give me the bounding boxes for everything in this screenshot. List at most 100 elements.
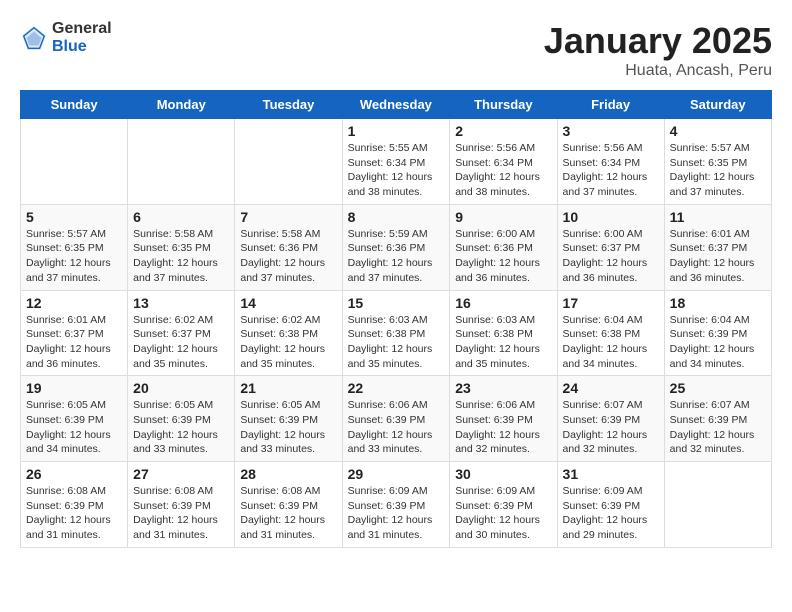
day-number: 24: [563, 380, 659, 396]
calendar-cell: 11 Sunrise: 6:01 AM Sunset: 6:37 PM Dayli…: [664, 204, 771, 290]
calendar-cell: 2 Sunrise: 5:56 AM Sunset: 6:34 PM Daylig…: [450, 119, 557, 205]
calendar-cell: 22 Sunrise: 6:06 AM Sunset: 6:39 PM Dayli…: [342, 376, 450, 462]
day-number: 31: [563, 466, 659, 482]
day-info: Sunrise: 5:57 AM Sunset: 6:35 PM Dayligh…: [26, 227, 122, 286]
day-number: 10: [563, 209, 659, 225]
day-number: 8: [348, 209, 445, 225]
calendar-cell: 30Sunrise: 6:09 AM Sunset: 6:39 PM Dayli…: [450, 462, 557, 548]
day-number: 1: [348, 123, 445, 139]
day-number: 9: [455, 209, 551, 225]
day-number: 11: [670, 209, 766, 225]
day-number: 19: [26, 380, 122, 396]
day-info: Sunrise: 6:00 AM Sunset: 6:36 PM Dayligh…: [455, 227, 551, 286]
weekday-header-sunday: Sunday: [21, 91, 128, 119]
calendar-cell: 14 Sunrise: 6:02 AM Sunset: 6:38 PM Dayli…: [235, 290, 342, 376]
day-info: Sunrise: 6:03 AM Sunset: 6:38 PM Dayligh…: [455, 313, 551, 372]
day-info: Sunrise: 6:07 AM Sunset: 6:39 PM Dayligh…: [670, 398, 766, 457]
calendar-cell: 28 Sunrise: 6:08 AM Sunset: 6:39 PM Dayli…: [235, 462, 342, 548]
day-info: Sunrise: 5:57 AM Sunset: 6:35 PM Dayligh…: [670, 141, 766, 200]
day-info: Sunrise: 6:01 AM Sunset: 6:37 PM Dayligh…: [26, 313, 122, 372]
day-number: 27: [133, 466, 229, 482]
day-number: 26: [26, 466, 122, 482]
calendar-cell: 24 Sunrise: 6:07 AM Sunset: 6:39 PM Dayli…: [557, 376, 664, 462]
calendar-cell: 31Sunrise: 6:09 AM Sunset: 6:39 PM Dayli…: [557, 462, 664, 548]
day-number: 20: [133, 380, 229, 396]
calendar-cell: [128, 119, 235, 205]
calendar-cell: 10 Sunrise: 6:00 AM Sunset: 6:37 PM Dayli…: [557, 204, 664, 290]
day-number: 4: [670, 123, 766, 139]
day-info: Sunrise: 6:04 AM Sunset: 6:38 PM Dayligh…: [563, 313, 659, 372]
day-number: 17: [563, 295, 659, 311]
day-info: Sunrise: 6:03 AM Sunset: 6:38 PM Dayligh…: [348, 313, 445, 372]
day-number: 14: [240, 295, 336, 311]
logo-text: General Blue: [52, 20, 112, 55]
calendar-cell: 12Sunrise: 6:01 AM Sunset: 6:37 PM Dayli…: [21, 290, 128, 376]
calendar-cell: 23Sunrise: 6:06 AM Sunset: 6:39 PM Dayli…: [450, 376, 557, 462]
logo-blue-label: Blue: [52, 38, 112, 56]
day-info: Sunrise: 6:06 AM Sunset: 6:39 PM Dayligh…: [348, 398, 445, 457]
day-info: Sunrise: 5:58 AM Sunset: 6:36 PM Dayligh…: [240, 227, 336, 286]
day-info: Sunrise: 6:00 AM Sunset: 6:37 PM Dayligh…: [563, 227, 659, 286]
weekday-header-friday: Friday: [557, 91, 664, 119]
calendar-header: SundayMondayTuesdayWednesdayThursdayFrid…: [21, 91, 772, 119]
logo: General Blue: [20, 20, 112, 55]
calendar-cell: 6Sunrise: 5:58 AM Sunset: 6:35 PM Daylig…: [128, 204, 235, 290]
calendar-week-row: 5 Sunrise: 5:57 AM Sunset: 6:35 PM Daylig…: [21, 204, 772, 290]
weekday-header-saturday: Saturday: [664, 91, 771, 119]
title-block: January 2025 Huata, Ancash, Peru: [544, 20, 772, 80]
weekday-header-tuesday: Tuesday: [235, 91, 342, 119]
calendar-cell: 21Sunrise: 6:05 AM Sunset: 6:39 PM Dayli…: [235, 376, 342, 462]
day-info: Sunrise: 6:02 AM Sunset: 6:38 PM Dayligh…: [240, 313, 336, 372]
day-number: 22: [348, 380, 445, 396]
day-info: Sunrise: 6:06 AM Sunset: 6:39 PM Dayligh…: [455, 398, 551, 457]
day-number: 5: [26, 209, 122, 225]
day-info: Sunrise: 6:08 AM Sunset: 6:39 PM Dayligh…: [240, 484, 336, 543]
day-number: 16: [455, 295, 551, 311]
day-number: 29: [348, 466, 445, 482]
calendar-cell: 4 Sunrise: 5:57 AM Sunset: 6:35 PM Daylig…: [664, 119, 771, 205]
weekday-header-wednesday: Wednesday: [342, 91, 450, 119]
calendar-cell: [664, 462, 771, 548]
weekday-header-thursday: Thursday: [450, 91, 557, 119]
logo-general-label: General: [52, 20, 112, 38]
day-info: Sunrise: 6:04 AM Sunset: 6:39 PM Dayligh…: [670, 313, 766, 372]
day-number: 15: [348, 295, 445, 311]
calendar-cell: 25 Sunrise: 6:07 AM Sunset: 6:39 PM Dayli…: [664, 376, 771, 462]
day-info: Sunrise: 6:09 AM Sunset: 6:39 PM Dayligh…: [455, 484, 551, 543]
day-info: Sunrise: 5:56 AM Sunset: 6:34 PM Dayligh…: [455, 141, 551, 200]
calendar-cell: 5 Sunrise: 5:57 AM Sunset: 6:35 PM Daylig…: [21, 204, 128, 290]
day-info: Sunrise: 5:56 AM Sunset: 6:34 PM Dayligh…: [563, 141, 659, 200]
calendar-week-row: 26 Sunrise: 6:08 AM Sunset: 6:39 PM Dayli…: [21, 462, 772, 548]
calendar-cell: 16 Sunrise: 6:03 AM Sunset: 6:38 PM Dayli…: [450, 290, 557, 376]
day-number: 2: [455, 123, 551, 139]
calendar-cell: 13Sunrise: 6:02 AM Sunset: 6:37 PM Dayli…: [128, 290, 235, 376]
calendar-cell: 8Sunrise: 5:59 AM Sunset: 6:36 PM Daylig…: [342, 204, 450, 290]
page-header: General Blue January 2025 Huata, Ancash,…: [20, 20, 772, 80]
calendar-cell: 7Sunrise: 5:58 AM Sunset: 6:36 PM Daylig…: [235, 204, 342, 290]
day-info: Sunrise: 6:01 AM Sunset: 6:37 PM Dayligh…: [670, 227, 766, 286]
day-number: 25: [670, 380, 766, 396]
calendar-cell: 19 Sunrise: 6:05 AM Sunset: 6:39 PM Dayli…: [21, 376, 128, 462]
day-info: Sunrise: 5:55 AM Sunset: 6:34 PM Dayligh…: [348, 141, 445, 200]
day-number: 28: [240, 466, 336, 482]
calendar-subtitle: Huata, Ancash, Peru: [544, 62, 772, 80]
day-info: Sunrise: 6:05 AM Sunset: 6:39 PM Dayligh…: [26, 398, 122, 457]
calendar-cell: 3 Sunrise: 5:56 AM Sunset: 6:34 PM Daylig…: [557, 119, 664, 205]
day-number: 6: [133, 209, 229, 225]
calendar-cell: 29 Sunrise: 6:09 AM Sunset: 6:39 PM Dayli…: [342, 462, 450, 548]
calendar-week-row: 12Sunrise: 6:01 AM Sunset: 6:37 PM Dayli…: [21, 290, 772, 376]
day-info: Sunrise: 6:05 AM Sunset: 6:39 PM Dayligh…: [133, 398, 229, 457]
calendar-table: SundayMondayTuesdayWednesdayThursdayFrid…: [20, 90, 772, 548]
calendar-cell: 1 Sunrise: 5:55 AM Sunset: 6:34 PM Daylig…: [342, 119, 450, 205]
day-info: Sunrise: 6:05 AM Sunset: 6:39 PM Dayligh…: [240, 398, 336, 457]
day-number: 18: [670, 295, 766, 311]
day-info: Sunrise: 6:07 AM Sunset: 6:39 PM Dayligh…: [563, 398, 659, 457]
day-number: 3: [563, 123, 659, 139]
calendar-week-row: 19 Sunrise: 6:05 AM Sunset: 6:39 PM Dayli…: [21, 376, 772, 462]
calendar-cell: 17 Sunrise: 6:04 AM Sunset: 6:38 PM Dayli…: [557, 290, 664, 376]
calendar-cell: 9 Sunrise: 6:00 AM Sunset: 6:36 PM Daylig…: [450, 204, 557, 290]
day-info: Sunrise: 6:09 AM Sunset: 6:39 PM Dayligh…: [348, 484, 445, 543]
calendar-cell: 15 Sunrise: 6:03 AM Sunset: 6:38 PM Dayli…: [342, 290, 450, 376]
calendar-body: 1 Sunrise: 5:55 AM Sunset: 6:34 PM Daylig…: [21, 119, 772, 548]
calendar-cell: 20 Sunrise: 6:05 AM Sunset: 6:39 PM Dayli…: [128, 376, 235, 462]
